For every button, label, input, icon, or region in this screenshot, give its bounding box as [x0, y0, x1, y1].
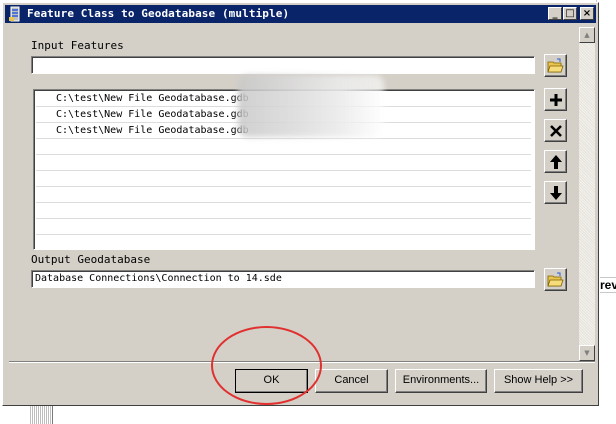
list-item[interactable] [36, 235, 531, 249]
browse-output-button[interactable] [544, 268, 567, 291]
list-item[interactable] [36, 219, 531, 235]
list-item[interactable] [36, 171, 531, 187]
list-item[interactable] [36, 187, 531, 203]
folder-open-icon [547, 272, 564, 287]
minimize-icon: _ [552, 8, 558, 19]
show-help-button[interactable]: Show Help >> [494, 369, 583, 393]
maximize-icon: □ [565, 8, 575, 19]
plus-icon [550, 94, 562, 106]
maximize-button[interactable]: □ [563, 7, 577, 20]
output-geodatabase-label: Output Geodatabase [31, 253, 151, 266]
background-divider [52, 404, 53, 424]
output-geodatabase-field[interactable]: Database Connections\Connection to 14.sd… [31, 270, 535, 288]
x-icon [550, 125, 562, 137]
background-window-edge [596, 0, 616, 424]
move-down-button[interactable] [544, 181, 567, 204]
browse-input-button[interactable] [544, 54, 567, 77]
list-item[interactable] [36, 155, 531, 171]
close-icon: × [582, 8, 592, 19]
input-features-field[interactable] [31, 56, 535, 74]
background-strip [0, 404, 616, 424]
input-features-label: Input Features [31, 39, 124, 52]
redaction-blur [238, 75, 384, 137]
arrow-down-icon [550, 186, 562, 200]
folder-open-icon [547, 58, 564, 73]
window-title: Feature Class to Geodatabase (multiple) [27, 7, 290, 20]
minimize-button[interactable]: _ [548, 7, 562, 20]
add-row-button[interactable] [544, 88, 567, 111]
move-up-button[interactable] [544, 150, 567, 173]
scroll-down-button[interactable]: ▼ [579, 345, 595, 361]
list-item[interactable] [36, 139, 531, 155]
environments-button[interactable]: Environments... [395, 369, 487, 393]
background-text-fragment: rev [600, 277, 616, 293]
scroll-down-icon: ▼ [584, 349, 590, 357]
close-button[interactable]: × [580, 7, 594, 20]
background-scroll-strip [30, 404, 52, 424]
tool-icon [9, 6, 20, 22]
list-item[interactable] [36, 203, 531, 219]
annotation-circle [211, 326, 322, 405]
vertical-scrollbar[interactable]: ▲ ▼ [579, 27, 595, 361]
scroll-up-button[interactable]: ▲ [579, 27, 595, 43]
remove-row-button[interactable] [544, 119, 567, 142]
arrow-up-icon [550, 155, 562, 169]
cancel-button[interactable]: Cancel [315, 369, 388, 393]
scroll-up-icon: ▲ [584, 31, 590, 39]
title-bar[interactable]: Feature Class to Geodatabase (multiple) … [5, 5, 596, 23]
